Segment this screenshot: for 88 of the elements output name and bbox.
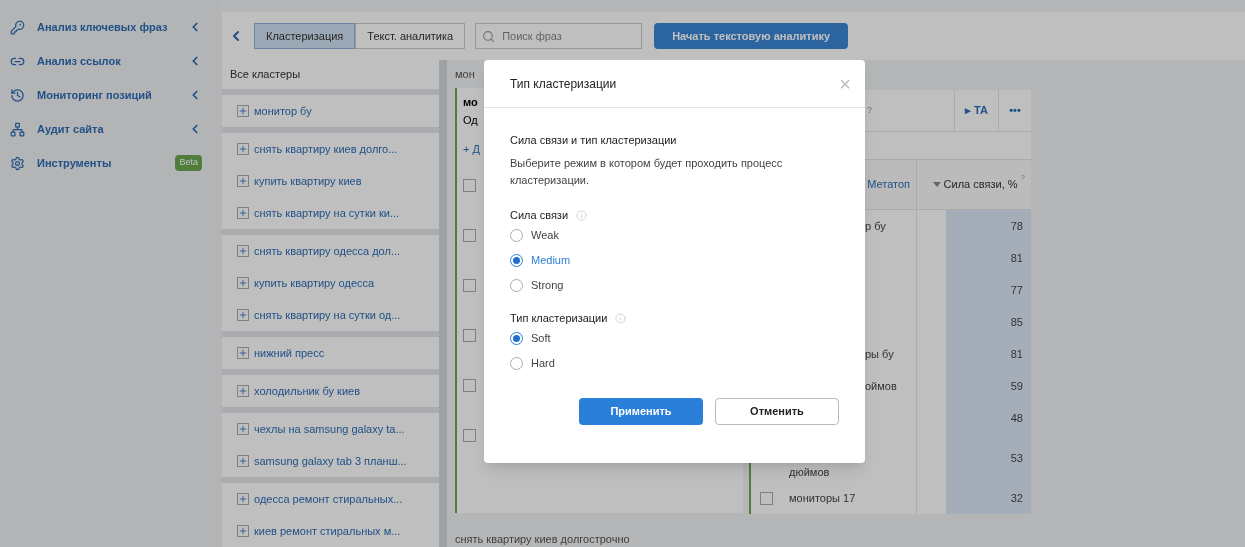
tab[interactable]: Кластеризация	[254, 23, 356, 49]
cluster-item[interactable]: монитор бу	[222, 95, 439, 127]
table-cell-text: ры бу	[865, 346, 894, 362]
sidebar-item[interactable]: Мониторинг позиций	[0, 78, 222, 112]
search-icon	[482, 30, 496, 43]
table-cell-text: 85	[1010, 314, 1023, 330]
info-icon[interactable]	[615, 313, 627, 324]
table-cell-text: 53	[1010, 450, 1023, 466]
key-icon	[10, 19, 25, 35]
checkbox[interactable]	[463, 429, 476, 443]
cluster-item[interactable]: снять квартиру на сутки ки...	[222, 197, 439, 229]
apply-button[interactable]: Применить	[579, 397, 703, 425]
table-cell-text: 81	[1010, 250, 1023, 266]
help-mark[interactable]: ?	[867, 103, 872, 118]
table-cell-text: 59	[1010, 378, 1023, 394]
checkbox[interactable]	[463, 229, 476, 243]
plus-icon[interactable]	[237, 347, 249, 359]
checkbox[interactable]	[463, 379, 476, 393]
plus-icon[interactable]	[237, 245, 249, 257]
table-cell-text: 78	[1010, 218, 1023, 234]
group-label: мон	[455, 67, 475, 82]
sidebar-item[interactable]: Инструменты Beta	[0, 146, 222, 180]
plus-icon[interactable]	[237, 277, 249, 289]
cluster-item[interactable]: нижний пресс	[222, 337, 439, 369]
table-cell-text: 81	[1010, 346, 1023, 362]
sidebar-item[interactable]: Анализ ссылок	[0, 44, 222, 78]
section-heading: Сила связи и тип кластеризации	[510, 133, 678, 148]
sidebar-item[interactable]: Аудит сайта	[0, 112, 222, 146]
plus-icon[interactable]	[237, 143, 249, 155]
plus-icon[interactable]	[237, 175, 249, 187]
plus-icon[interactable]	[237, 105, 249, 117]
radio-option[interactable]: Strong	[510, 272, 865, 298]
cluster-item[interactable]: купить квартиру одесса	[222, 267, 439, 299]
table-cell-text: дюймов	[789, 464, 830, 480]
group-label: Сила связи	[510, 208, 569, 224]
start-analytics-button[interactable]: Начать текстовую аналитику	[654, 23, 849, 49]
sitemap-icon	[10, 121, 25, 137]
column-header[interactable]: Метатоп	[867, 176, 910, 193]
radio-option[interactable]: Hard	[510, 350, 865, 376]
plus-icon[interactable]	[237, 207, 249, 219]
description: Выберите режим в котором будет проходить процесс кластеризации.	[510, 155, 784, 188]
settings-icon	[10, 155, 25, 171]
table-cell-text: 48	[1010, 410, 1023, 426]
plus-icon[interactable]	[237, 309, 249, 321]
checkbox[interactable]	[759, 491, 773, 505]
table-cell-text: мониторы 17	[789, 490, 856, 506]
dialog-title: Тип кластеризации	[510, 75, 617, 93]
plus-icon[interactable]	[237, 423, 249, 435]
search-field[interactable]: Поиск фраз	[475, 23, 643, 49]
table-cell-text: 77	[1010, 282, 1023, 298]
tab[interactable]: Текст. аналитика	[355, 23, 466, 49]
cluster-item[interactable]: снять квартиру киев долго...	[222, 133, 439, 165]
phrase-text: снять квартиру киев долгострочно	[455, 531, 631, 547]
cluster-item[interactable]: samsung galaxy tab 3 планш...	[222, 445, 439, 477]
plus-icon[interactable]	[237, 455, 249, 467]
checkbox[interactable]	[463, 179, 476, 193]
history-icon	[10, 87, 25, 103]
table-cell-text: 32	[1010, 490, 1023, 506]
plus-icon[interactable]	[237, 385, 249, 397]
sort-icon[interactable]	[932, 182, 941, 187]
more-button[interactable]: •••	[999, 102, 1031, 119]
cluster-item[interactable]: холодильник бу киев	[222, 375, 439, 407]
group-label: Тип кластеризации	[510, 311, 608, 327]
cluster-item[interactable]: чехлы на samsung galaxy ta...	[222, 413, 439, 445]
cluster-item[interactable]: снять квартиру одесса дол...	[222, 235, 439, 267]
table-cell-text: оймов	[865, 378, 897, 394]
sidebar-item[interactable]: Анализ ключевых фраз	[0, 10, 222, 44]
table-cell-text: р бу	[865, 218, 886, 234]
card-subtitle: Од	[463, 113, 479, 129]
cluster-item[interactable]: снять квартиру на сутки од...	[222, 299, 439, 331]
ta-button[interactable]: ▸ ТА	[953, 89, 999, 132]
cluster-item[interactable]: киев ремонт стиральных м...	[222, 515, 439, 547]
radio-option[interactable]: Weak	[510, 222, 865, 248]
radio-option[interactable]: Medium	[510, 247, 865, 273]
cluster-item[interactable]: купить квартиру киев	[222, 165, 439, 197]
column-header[interactable]: Сила связи, %	[943, 176, 1018, 193]
radio-option[interactable]: Soft	[510, 325, 865, 351]
help-mark[interactable]: ?	[1020, 172, 1025, 184]
cluster-item[interactable]: одесса ремонт стиральных...	[222, 483, 439, 515]
info-icon[interactable]	[576, 210, 588, 221]
plus-icon[interactable]	[237, 493, 249, 505]
beta-badge: Beta	[175, 155, 202, 171]
checkbox[interactable]	[463, 329, 476, 343]
card-title: мо	[463, 94, 479, 110]
clusters-title: Все кластеры	[222, 60, 439, 89]
plus-icon[interactable]	[237, 525, 249, 537]
checkbox[interactable]	[463, 279, 476, 293]
cancel-button[interactable]: Отменить	[715, 397, 839, 425]
